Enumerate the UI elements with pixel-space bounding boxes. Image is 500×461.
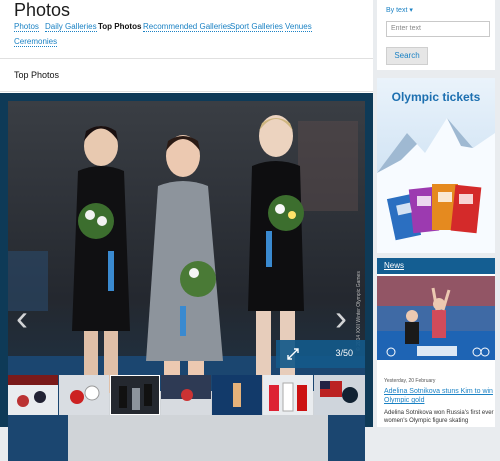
news-heading-link[interactable]: News	[384, 261, 404, 270]
copyright-text: © 2014 XXII Winter Olympic Games	[355, 271, 362, 351]
news-headline-link[interactable]: Adelina Sotnikova stuns Kim to win Olymp…	[384, 387, 494, 405]
news-header: News	[377, 258, 495, 274]
right-sidebar: By text ▾ Enter text Search Olympic tick…	[373, 0, 500, 427]
search-filter-dropdown[interactable]: By text ▾	[386, 6, 413, 14]
section-title: Top Photos	[14, 70, 60, 80]
page-title: Photos	[14, 0, 71, 20]
nav-daily-galleries[interactable]: Daily Galleries	[45, 22, 97, 32]
thumbnail[interactable]	[263, 375, 313, 415]
search-button[interactable]: Search	[386, 47, 428, 65]
thumbnail[interactable]	[212, 375, 262, 415]
main-content: Photos Photos Daily Galleries Top Photos…	[0, 0, 373, 461]
thumbnail[interactable]	[8, 375, 58, 415]
nav-top-photos[interactable]: Top Photos	[98, 22, 141, 31]
news-panel: News Yesterday, 20 February Adelina Sotn…	[377, 258, 495, 427]
divider	[0, 91, 373, 92]
nav-sport-galleries[interactable]: Sport Galleries	[230, 22, 283, 32]
fullscreen-icon[interactable]	[286, 347, 300, 361]
news-date: Yesterday, 20 February	[384, 378, 436, 384]
thumbnail[interactable]	[314, 375, 365, 415]
search-panel: By text ▾ Enter text Search	[377, 0, 495, 70]
next-arrow-icon[interactable]: ›	[333, 298, 349, 338]
news-image[interactable]	[377, 276, 495, 360]
nav-recommended-galleries[interactable]: Recommended Galleries	[143, 22, 232, 32]
prev-arrow-icon[interactable]: ‹	[14, 298, 30, 338]
thumbnail[interactable]	[161, 375, 211, 415]
news-summary: Adelina Sotnikova won Russia's first eve…	[384, 410, 494, 424]
counter-text: 3/50	[335, 348, 353, 358]
nav-photos[interactable]: Photos	[14, 22, 39, 32]
thumbnail-active[interactable]	[110, 375, 160, 415]
olympic-tickets-ad[interactable]: Olympic tickets	[377, 78, 495, 253]
ad-title: Olympic tickets	[392, 90, 481, 104]
thumbnail-strip	[8, 375, 365, 415]
nav-venues[interactable]: Venues	[285, 22, 312, 32]
divider	[0, 58, 373, 59]
search-input[interactable]: Enter text	[386, 21, 490, 37]
photo-gallery: © 2014 XXII Winter Olympic Games ‹ › 3/5…	[0, 93, 373, 461]
photo-counter: 3/50	[276, 340, 365, 368]
nav-ceremonies[interactable]: Ceremonies	[14, 37, 58, 47]
thumbnail[interactable]	[59, 375, 109, 415]
